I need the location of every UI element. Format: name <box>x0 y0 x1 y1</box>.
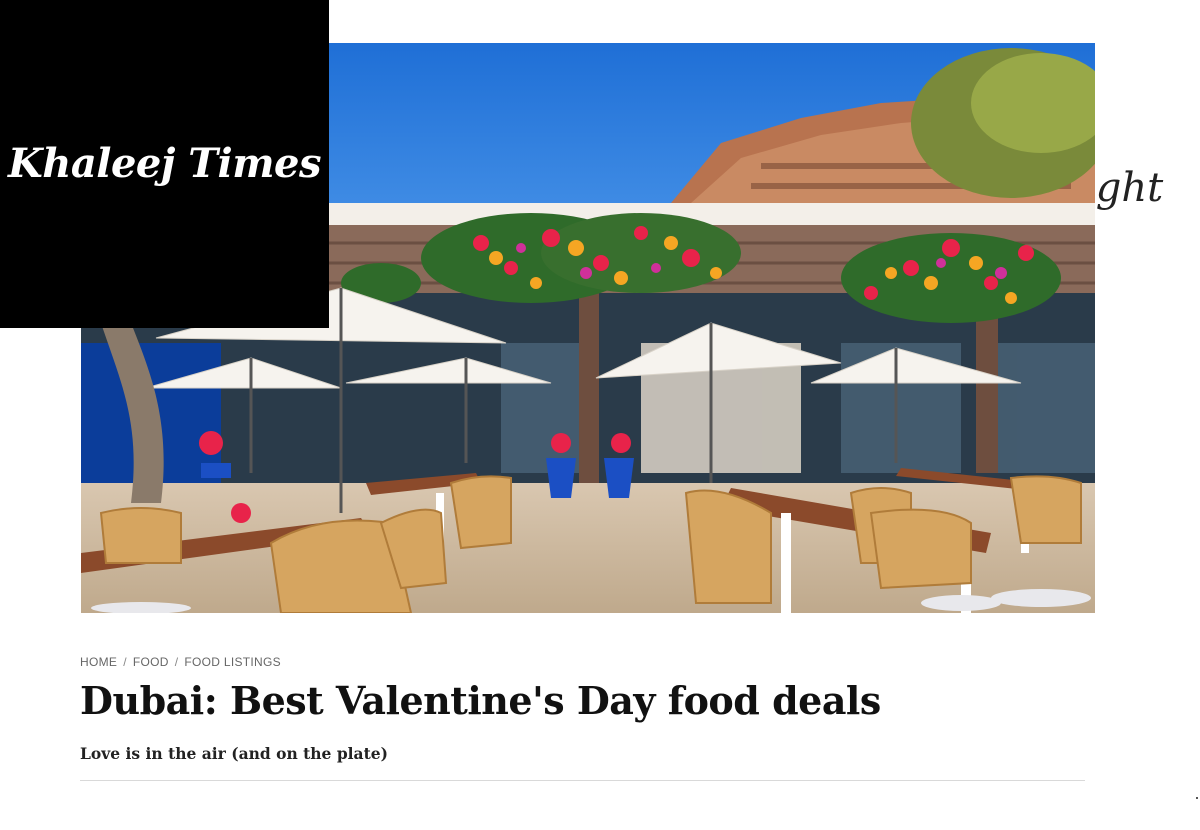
divider <box>80 780 1085 781</box>
logo-wordmark: Khaleej Times <box>7 139 322 187</box>
stray-mark <box>1196 797 1198 799</box>
background-heading-fragment: ight <box>1095 165 1164 211</box>
breadcrumb: HOME / FOOD / FOOD LISTINGS <box>80 655 281 669</box>
page: ight <box>0 0 1200 830</box>
breadcrumb-home-link[interactable]: HOME <box>80 655 117 669</box>
article-subtitle: Love is in the air (and on the plate) <box>80 744 388 763</box>
site-logo[interactable]: Khaleej Times <box>0 0 329 328</box>
breadcrumb-food-listings-link[interactable]: FOOD LISTINGS <box>184 655 281 669</box>
article-title: Dubai: Best Valentine's Day food deals <box>80 678 881 723</box>
breadcrumb-separator: / <box>174 655 179 669</box>
breadcrumb-separator: / <box>123 655 127 669</box>
breadcrumb-food-link[interactable]: FOOD <box>133 655 169 669</box>
